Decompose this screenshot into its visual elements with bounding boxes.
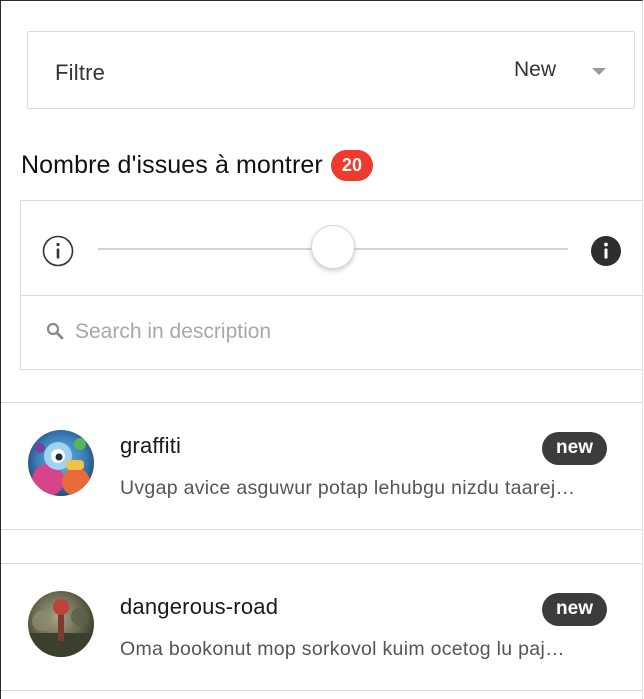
issue-count-slider-row <box>21 201 642 296</box>
issue-description: Uvgap avice asguwur potap lehubgu nizdu … <box>120 477 576 499</box>
info-outline-icon[interactable] <box>42 235 74 267</box>
app-frame: Filtre New Nombre d'issues à montrer 20 <box>0 0 643 699</box>
issue-list-item[interactable]: graffiti new Uvgap avice asguwur potap l… <box>1 402 642 530</box>
search-icon <box>46 322 64 340</box>
issue-title: graffiti <box>120 433 182 458</box>
chevron-down-icon <box>592 68 606 75</box>
issue-status-badge: new <box>542 593 607 626</box>
issue-count-heading: Nombre d'issues à montrer 20 <box>21 150 374 181</box>
issue-description: Oma bookonut mop sorkovol kuim ocetog lu… <box>120 638 565 660</box>
issue-count-slider[interactable] <box>98 225 568 269</box>
info-solid-icon[interactable] <box>590 235 622 267</box>
issue-list-item[interactable]: dangerous-road new Oma bookonut mop sork… <box>1 563 642 691</box>
issue-title: dangerous-road <box>120 594 279 619</box>
filter-label: Filtre <box>55 60 106 85</box>
issue-status-badge: new <box>542 432 607 465</box>
slider-thumb[interactable] <box>311 225 355 269</box>
issue-count-badge: 20 <box>330 150 374 181</box>
filter-select[interactable]: Filtre New <box>27 31 635 109</box>
search-description-input[interactable] <box>75 314 615 350</box>
search-row <box>21 296 642 370</box>
issue-avatar <box>28 430 94 496</box>
issue-count-heading-text: Nombre d'issues à montrer <box>21 151 323 179</box>
issue-list: graffiti new Uvgap avice asguwur potap l… <box>1 402 642 691</box>
filter-controls-card <box>20 200 642 370</box>
issue-avatar <box>28 591 94 657</box>
filter-selected-value: New <box>513 58 556 81</box>
